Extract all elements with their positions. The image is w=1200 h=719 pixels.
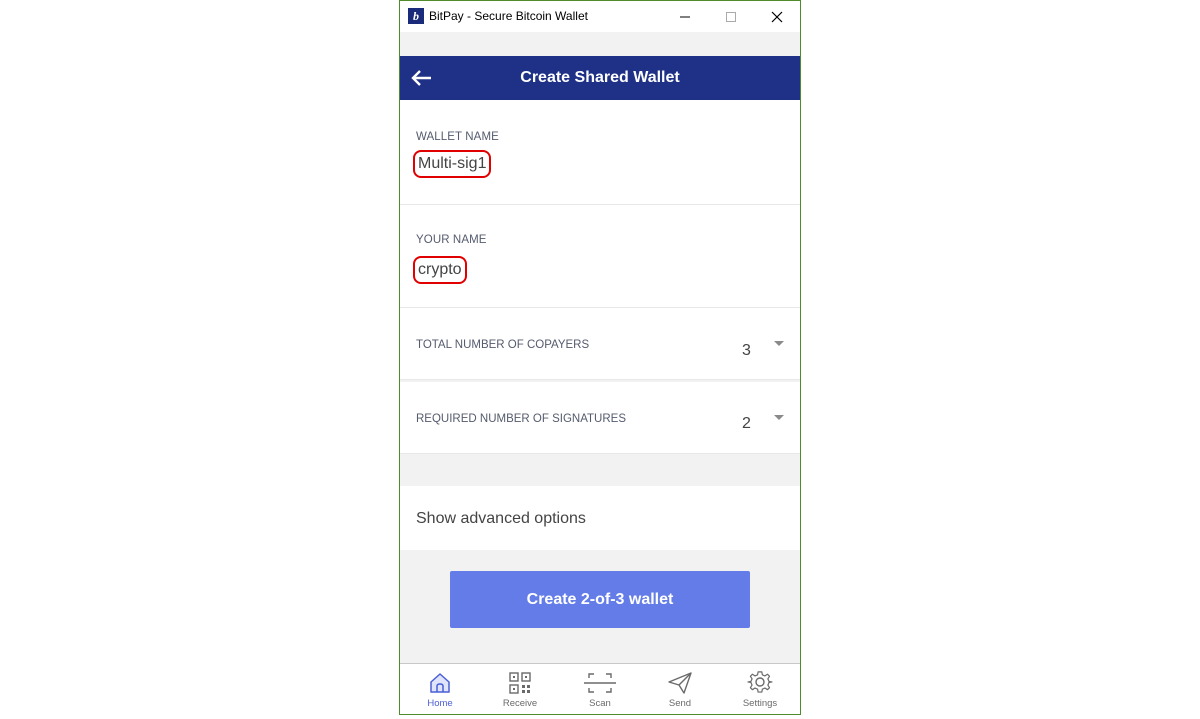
- maximize-button[interactable]: [708, 1, 754, 32]
- top-spacer: [400, 32, 800, 56]
- minimize-icon: [680, 16, 690, 17]
- your-name-input[interactable]: crypto: [413, 256, 467, 284]
- window-title: BitPay - Secure Bitcoin Wallet: [429, 9, 588, 23]
- tab-label: Scan: [589, 698, 611, 709]
- scan-icon: [584, 673, 616, 693]
- back-button[interactable]: [408, 66, 436, 90]
- back-arrow-icon: [411, 70, 431, 86]
- advanced-options-label: Show advanced options: [416, 510, 586, 527]
- tab-scan[interactable]: Scan: [560, 664, 640, 714]
- wallet-name-label: WALLET NAME: [416, 131, 499, 143]
- tab-label: Send: [668, 698, 692, 709]
- wallet-name-input[interactable]: Multi-sig1: [413, 150, 492, 178]
- close-button[interactable]: [754, 1, 800, 32]
- app-window: b BitPay - Secure Bitcoin Wallet Create …: [399, 0, 801, 715]
- gear-icon: [747, 671, 773, 693]
- tab-bar: Home Receive Scan Send Settings: [400, 663, 800, 714]
- bitpay-logo-icon: b: [408, 8, 424, 24]
- qr-code-icon: [509, 672, 531, 694]
- tab-receive[interactable]: Receive: [480, 664, 560, 714]
- wallet-name-field[interactable]: WALLET NAME Multi-sig1: [400, 100, 800, 205]
- tab-home[interactable]: Home: [400, 664, 480, 714]
- send-icon: [668, 672, 692, 694]
- chevron-down-icon[interactable]: [774, 415, 784, 420]
- maximize-icon: [726, 11, 736, 22]
- signatures-value[interactable]: 2: [742, 415, 751, 433]
- home-icon: [430, 673, 450, 693]
- copayers-select[interactable]: TOTAL NUMBER OF COPAYERS 3: [400, 308, 800, 380]
- create-wallet-button[interactable]: Create 2-of-3 wallet: [450, 571, 750, 628]
- advanced-options-toggle[interactable]: Show advanced options: [400, 486, 800, 550]
- signatures-select[interactable]: REQUIRED NUMBER OF SIGNATURES 2: [400, 382, 800, 454]
- chevron-down-icon[interactable]: [774, 341, 784, 346]
- minimize-button[interactable]: [662, 1, 708, 32]
- copayers-value[interactable]: 3: [742, 342, 751, 360]
- close-icon: [771, 11, 783, 22]
- tab-label: Receive: [502, 698, 538, 709]
- tab-settings[interactable]: Settings: [720, 664, 800, 714]
- tab-label: Home: [427, 698, 453, 709]
- your-name-field[interactable]: YOUR NAME crypto: [400, 205, 800, 308]
- title-bar: b BitPay - Secure Bitcoin Wallet: [400, 1, 800, 32]
- app-header: Create Shared Wallet: [400, 56, 800, 100]
- your-name-label: YOUR NAME: [416, 234, 487, 246]
- tab-send[interactable]: Send: [640, 664, 720, 714]
- copayers-label: TOTAL NUMBER OF COPAYERS: [416, 339, 590, 351]
- signatures-label: REQUIRED NUMBER OF SIGNATURES: [416, 413, 626, 425]
- tab-label: Settings: [742, 698, 778, 709]
- page-title: Create Shared Wallet: [520, 69, 680, 86]
